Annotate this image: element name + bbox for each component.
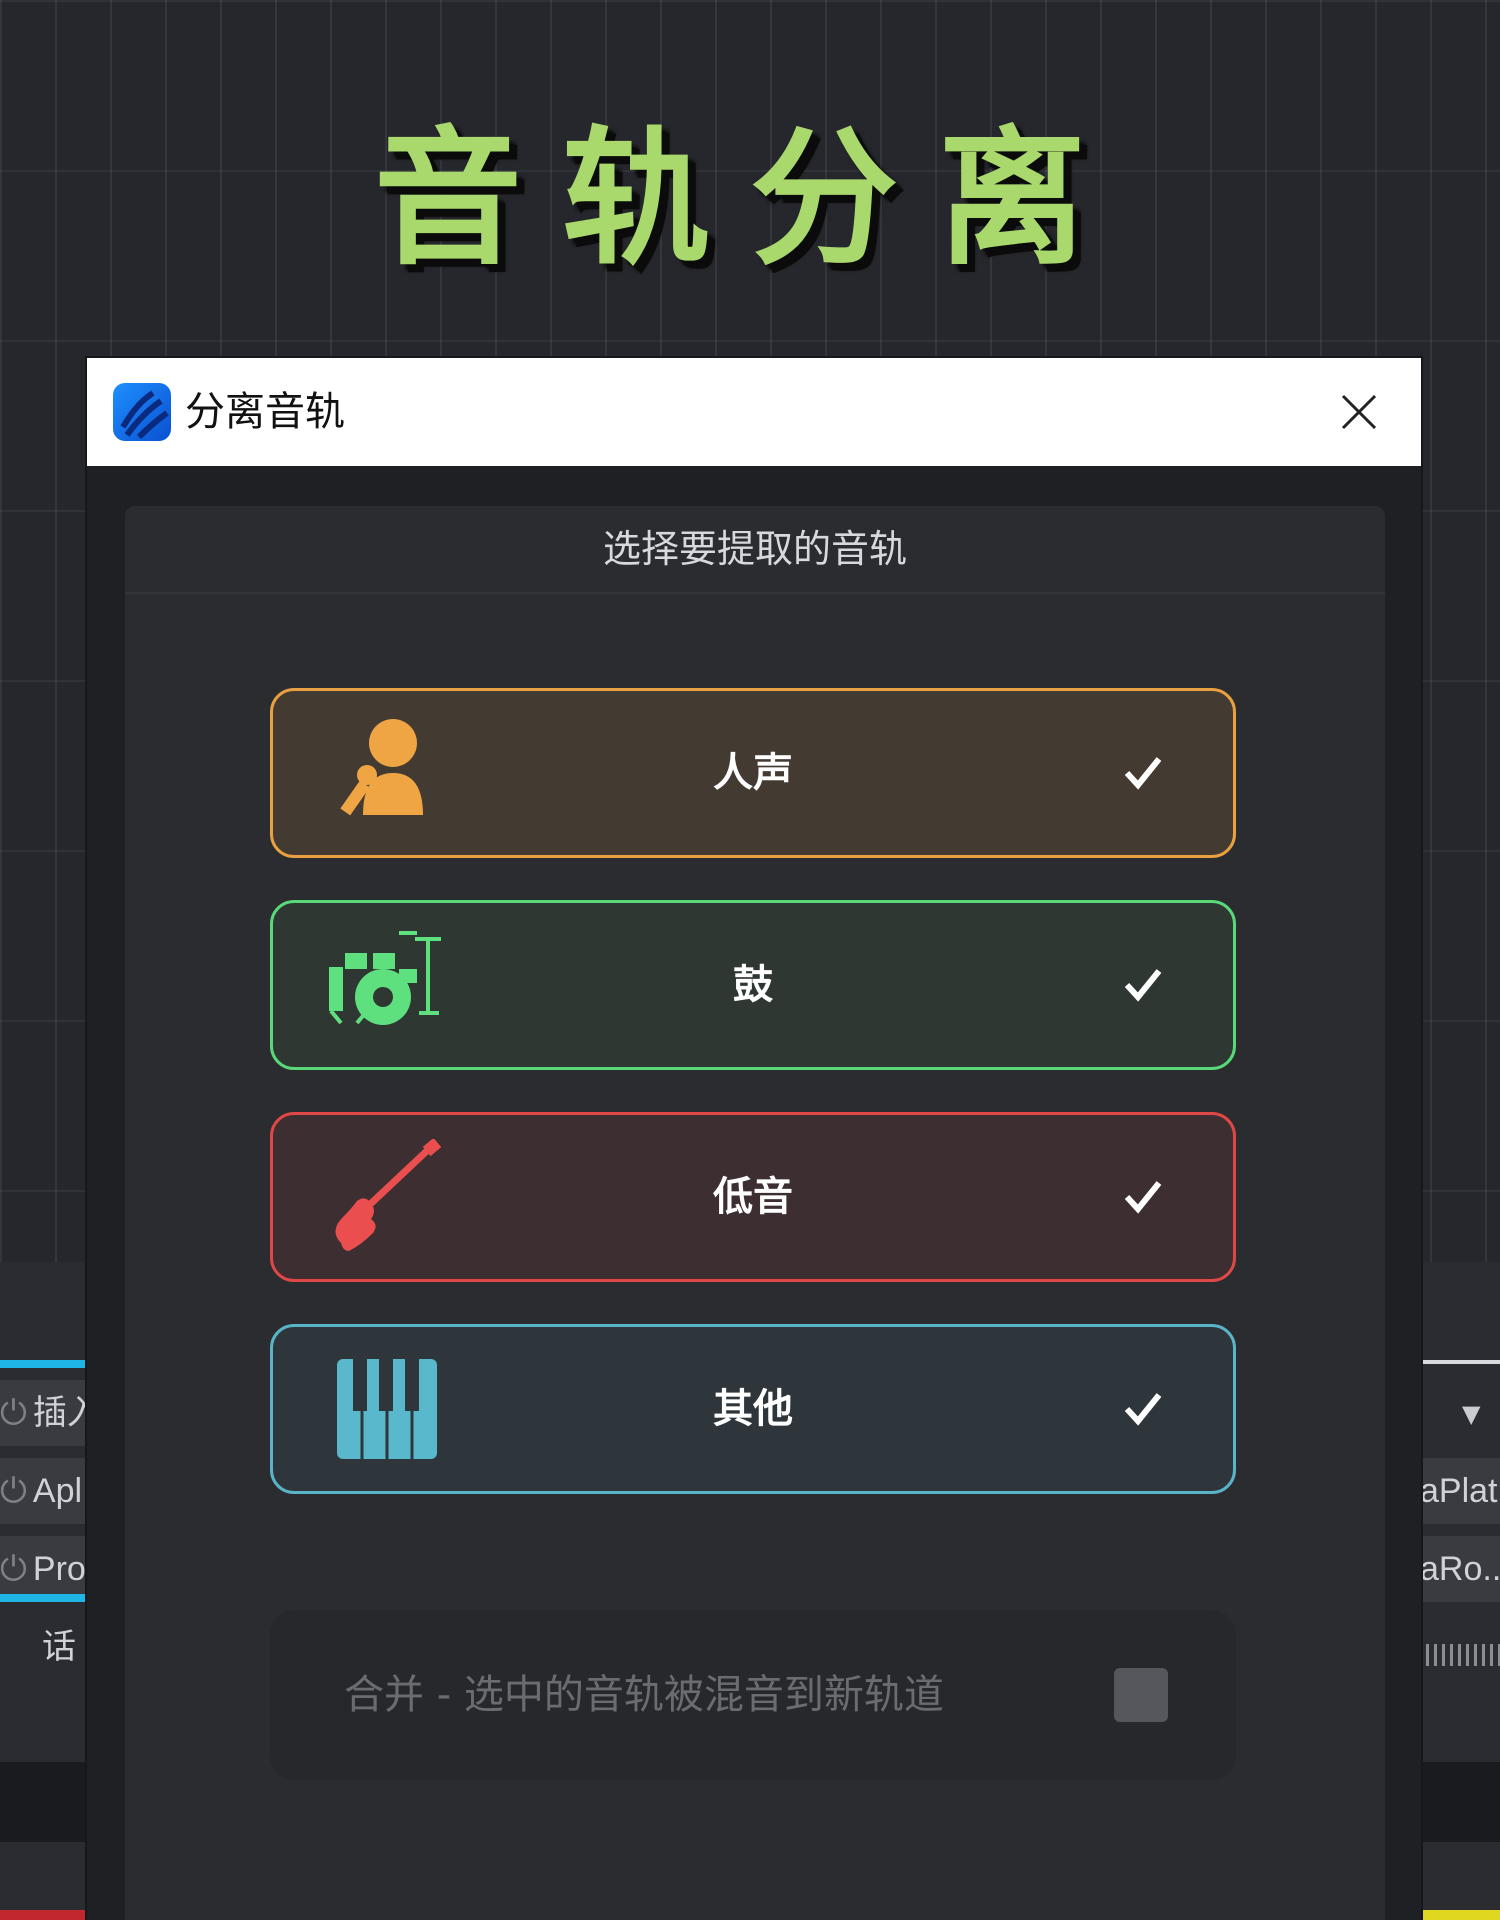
track-label: 鼓 [733, 962, 773, 1008]
track-label: 人声 [713, 750, 793, 796]
plugin-slot-1[interactable]: ⏻ Apl [0, 1458, 86, 1524]
track-option-bass[interactable]: 低音 [270, 1112, 1236, 1282]
track-label: 其他 [713, 1386, 793, 1432]
meter-area [0, 1762, 86, 1842]
channel-name-label: 话 [42, 1628, 76, 1666]
insert-slot[interactable]: ⏻ 插入 [0, 1380, 86, 1446]
meter-ticks [1426, 1644, 1500, 1666]
insert-slot-label: 插入 [32, 1394, 86, 1432]
plugin-slot-label: aRo... [1420, 1550, 1500, 1588]
close-icon [1341, 394, 1377, 430]
merge-label: 合并 - 选中的音轨被混音到新轨道 [344, 1672, 944, 1718]
right-mixer-strip: ▼ aPlat aRo... [1420, 1262, 1500, 1920]
channel-color-line [0, 1360, 86, 1368]
dialog-title: 分离音轨 [185, 389, 345, 435]
split-tracks-dialog: 分离音轨 选择要提取的音轨 人声 鼓 低音 其他 合并 - 选中的音轨被混音到新… [87, 358, 1421, 1920]
track-selection-panel: 选择要提取的音轨 人声 鼓 低音 其他 合并 - 选中的音轨被混音到新轨道 [125, 506, 1385, 1920]
panel-title: 选择要提取的音轨 [125, 506, 1385, 594]
record-strip [0, 1910, 86, 1920]
close-button[interactable] [1327, 380, 1391, 444]
plugin-slot-2[interactable]: ⏻ Pro [0, 1536, 86, 1602]
merge-checkbox[interactable] [1114, 1668, 1168, 1722]
divider [1420, 1360, 1500, 1364]
headline-title: 音轨分离 [374, 113, 1126, 285]
dialog-titlebar[interactable]: 分离音轨 [87, 358, 1421, 466]
left-mixer-strip: ⏻ 插入 ⏻ Apl ⏻ Pro 话 [0, 1262, 86, 1920]
plugin-slot-3[interactable]: aPlat [1420, 1458, 1500, 1524]
channel-color-line [0, 1594, 86, 1602]
chevron-down-icon[interactable]: ▼ [1462, 1400, 1480, 1428]
track-option-vocals[interactable]: 人声 [270, 688, 1236, 858]
app-logo-icon [113, 383, 171, 441]
track-label: 低音 [713, 1174, 793, 1220]
plugin-slot-label: aPlat [1420, 1472, 1498, 1510]
check-icon [1124, 1393, 1162, 1426]
merge-option: 合并 - 选中的音轨被混音到新轨道 [270, 1610, 1236, 1780]
channel-name: 话 [0, 1614, 86, 1680]
track-option-drums[interactable]: 鼓 [270, 900, 1236, 1070]
plugin-slot-label: Apl [32, 1472, 83, 1510]
check-icon [1124, 1181, 1162, 1214]
check-icon [1124, 969, 1162, 1002]
check-icon [1124, 757, 1162, 790]
plugin-slot-label: Pro [32, 1550, 86, 1588]
status-strip [1420, 1910, 1500, 1920]
meter-area [1420, 1762, 1500, 1842]
plugin-slot-4[interactable]: aRo... [1420, 1536, 1500, 1602]
track-option-other[interactable]: 其他 [270, 1324, 1236, 1494]
